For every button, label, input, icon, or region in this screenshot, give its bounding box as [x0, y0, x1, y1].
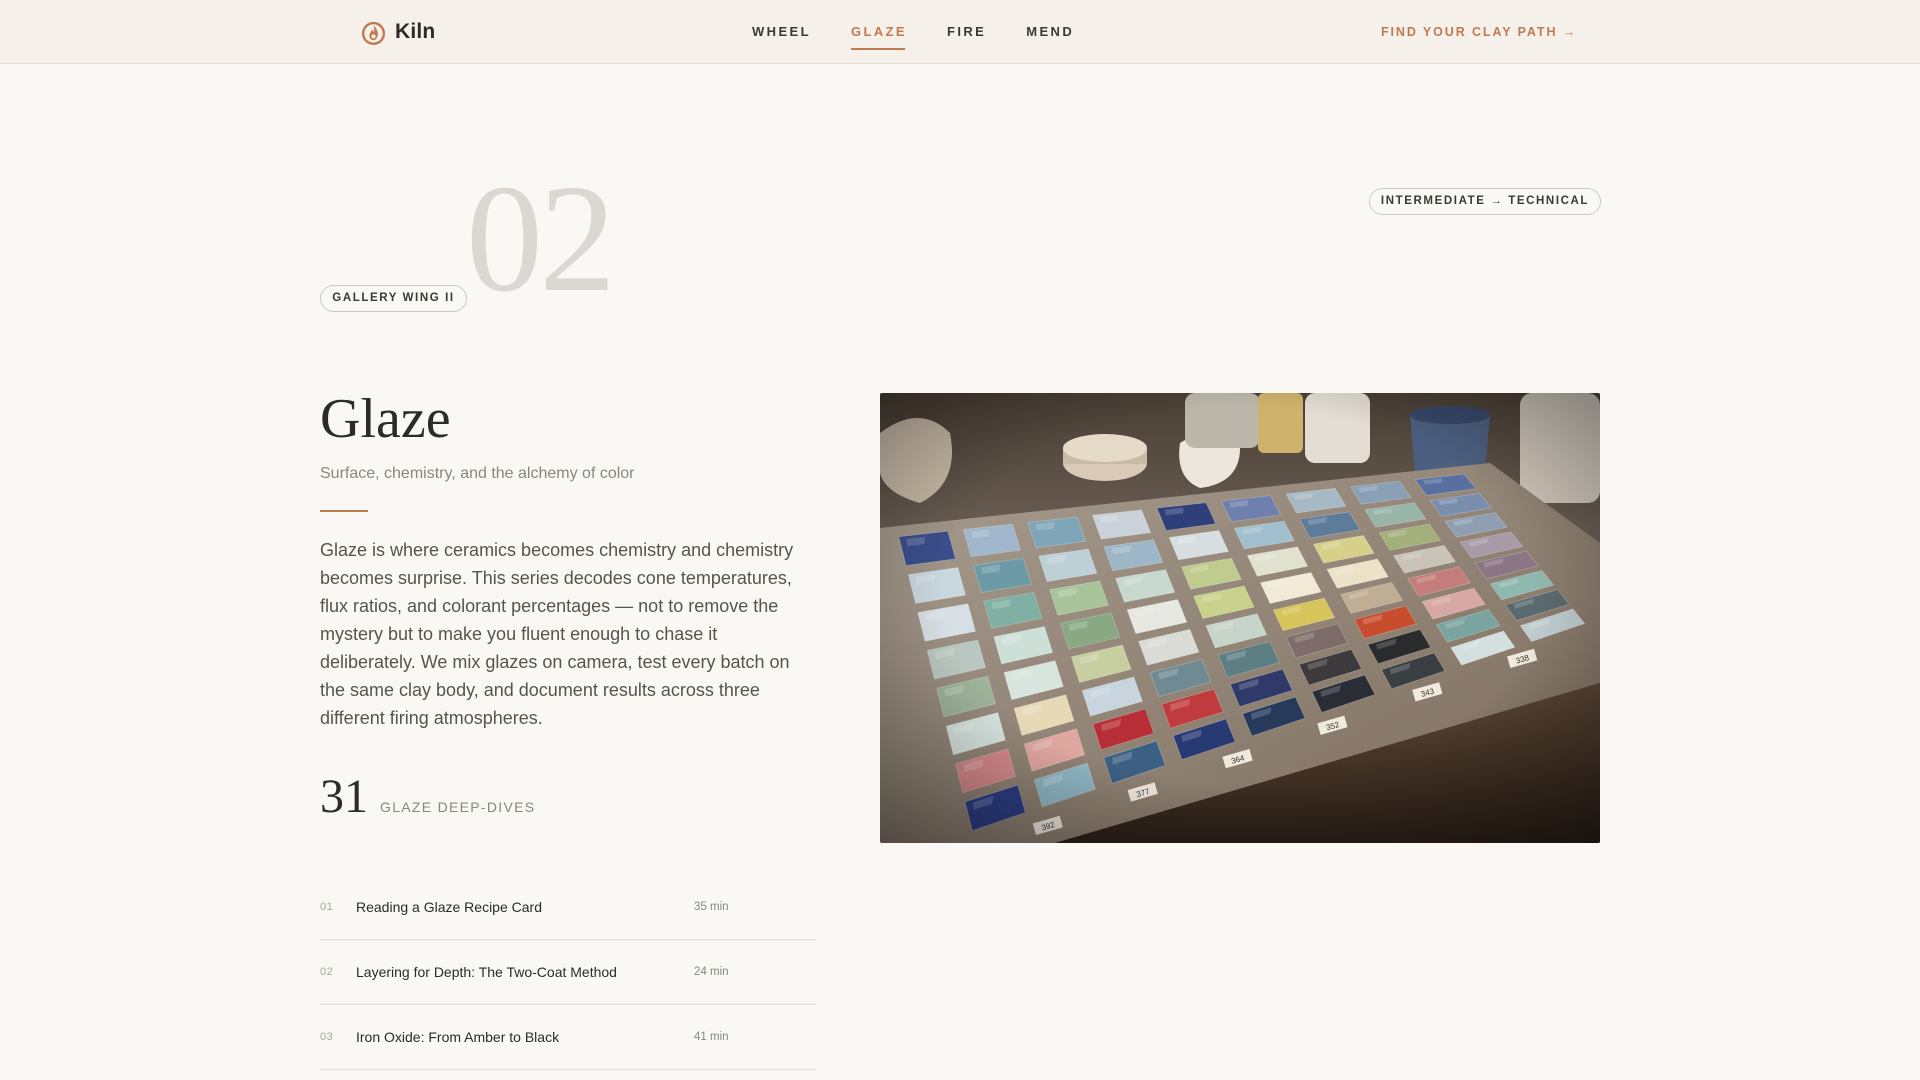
- lesson-duration: 35 min: [694, 901, 729, 913]
- nav-fire[interactable]: FIRE: [947, 0, 986, 64]
- section-number: 02: [466, 154, 616, 324]
- nav-wheel[interactable]: WHEEL: [752, 0, 811, 64]
- lesson-title: Layering for Depth: The Two-Coat Method: [356, 964, 617, 980]
- brand-name: Kiln: [395, 20, 436, 43]
- gallery-wing-badge: GALLERY WING II: [320, 285, 467, 312]
- primary-nav: WHEEL GLAZE FIRE MEND: [752, 0, 1074, 64]
- lesson-row[interactable]: 03 Iron Oxide: From Amber to Black 41 mi…: [320, 1005, 816, 1070]
- lesson-number: 01: [320, 901, 334, 913]
- glaze-tiles-illustration: 392377364352343338: [880, 393, 1600, 843]
- level-badge: INTERMEDIATE → TECHNICAL: [1369, 188, 1601, 215]
- top-navigation-bar: Kiln WHEEL GLAZE FIRE MEND FIND YOUR CLA…: [0, 0, 1920, 64]
- lesson-number: 03: [320, 1031, 334, 1043]
- glaze-test-tiles-photo: 392377364352343338: [880, 393, 1600, 843]
- brand-logo-link[interactable]: Kiln: [360, 17, 435, 47]
- lesson-duration: 41 min: [694, 1031, 729, 1043]
- deep-dive-count: 31 GLAZE DEEP-DIVES: [320, 773, 535, 821]
- lesson-title: Reading a Glaze Recipe Card: [356, 899, 542, 915]
- kiln-flame-logo-icon: [361, 21, 386, 45]
- section-subtitle: Surface, chemistry, and the alchemy of c…: [320, 465, 635, 482]
- find-clay-path-link[interactable]: FIND YOUR CLAY PATH →: [1381, 0, 1577, 64]
- lesson-title: Iron Oxide: From Amber to Black: [356, 1029, 560, 1045]
- section-description: Glaze is where ceramics becomes chemistr…: [320, 540, 794, 728]
- nav-glaze[interactable]: GLAZE: [850, 0, 907, 64]
- deep-dive-count-number: 31: [320, 770, 368, 823]
- lesson-number: 02: [320, 966, 334, 978]
- lesson-row[interactable]: 02 Layering for Depth: The Two-Coat Meth…: [320, 940, 816, 1005]
- lesson-list: 01 Reading a Glaze Recipe Card 35 min 02…: [320, 875, 816, 1070]
- lesson-duration: 24 min: [694, 966, 729, 978]
- nav-mend[interactable]: MEND: [1026, 0, 1074, 64]
- section-title: Glaze: [320, 388, 451, 450]
- accent-divider: [320, 510, 368, 512]
- lesson-row[interactable]: 01 Reading a Glaze Recipe Card 35 min: [320, 875, 816, 940]
- deep-dive-count-label: GLAZE DEEP-DIVES: [380, 799, 536, 815]
- photo-vignette: [880, 393, 1600, 843]
